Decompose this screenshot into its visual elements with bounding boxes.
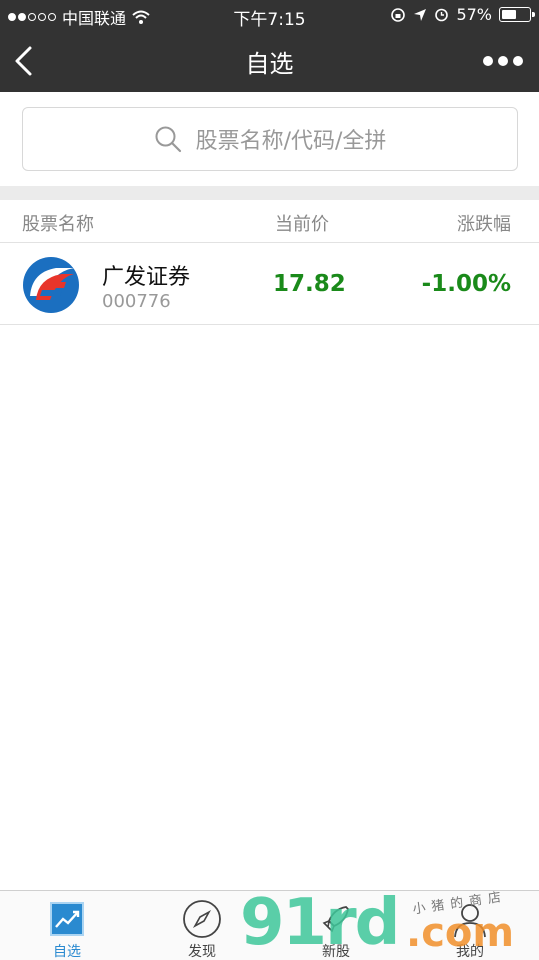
status-bar: 中国联通 下午7:15 57% <box>0 0 539 30</box>
column-header-change[interactable]: 涨跌幅 <box>457 210 511 236</box>
tab-label: 发现 <box>188 944 216 960</box>
search-input[interactable]: 股票名称/代码/全拼 <box>22 107 518 171</box>
tab-bar: 自选 发现 新股 我的 <box>0 890 539 960</box>
tab-label: 自选 <box>53 944 81 960</box>
tab-ipo[interactable]: 新股 <box>296 891 376 960</box>
battery-icon <box>499 7 535 22</box>
tab-label: 新股 <box>322 944 350 960</box>
search-icon <box>155 126 181 153</box>
nav-bar: 自选 <box>0 30 539 92</box>
table-header: 股票名称 当前价 涨跌幅 <box>0 200 539 243</box>
stock-change: -1.00% <box>421 271 511 297</box>
top-bar: 中国联通 下午7:15 57% 自选 <box>0 0 539 92</box>
column-header-price[interactable]: 当前价 <box>275 210 329 236</box>
table-row[interactable]: 广发证券 000776 17.82 -1.00% <box>0 243 539 325</box>
search-placeholder: 股票名称/代码/全拼 <box>195 129 387 154</box>
rotation-lock-icon <box>391 7 406 22</box>
tab-label: 我的 <box>456 944 484 960</box>
tab-watchlist[interactable]: 自选 <box>27 891 107 960</box>
stock-name: 广发证券 <box>102 265 191 290</box>
location-arrow-icon <box>414 8 427 21</box>
rocket-icon <box>322 906 349 933</box>
compass-icon <box>183 900 221 938</box>
battery-percent: 57% <box>456 5 492 24</box>
section-divider <box>0 186 539 200</box>
stock-price: 17.82 <box>273 271 346 297</box>
alarm-icon <box>435 8 449 22</box>
more-options-icon[interactable] <box>483 54 523 68</box>
tab-discover[interactable]: 发现 <box>162 891 242 960</box>
stock-logo-icon <box>23 257 79 313</box>
column-header-name[interactable]: 股票名称 <box>22 210 94 236</box>
tab-profile[interactable]: 我的 <box>430 891 510 960</box>
chart-trend-icon <box>50 902 84 936</box>
stock-code: 000776 <box>102 291 171 312</box>
page-title: 自选 <box>245 50 294 78</box>
user-icon <box>454 904 486 938</box>
